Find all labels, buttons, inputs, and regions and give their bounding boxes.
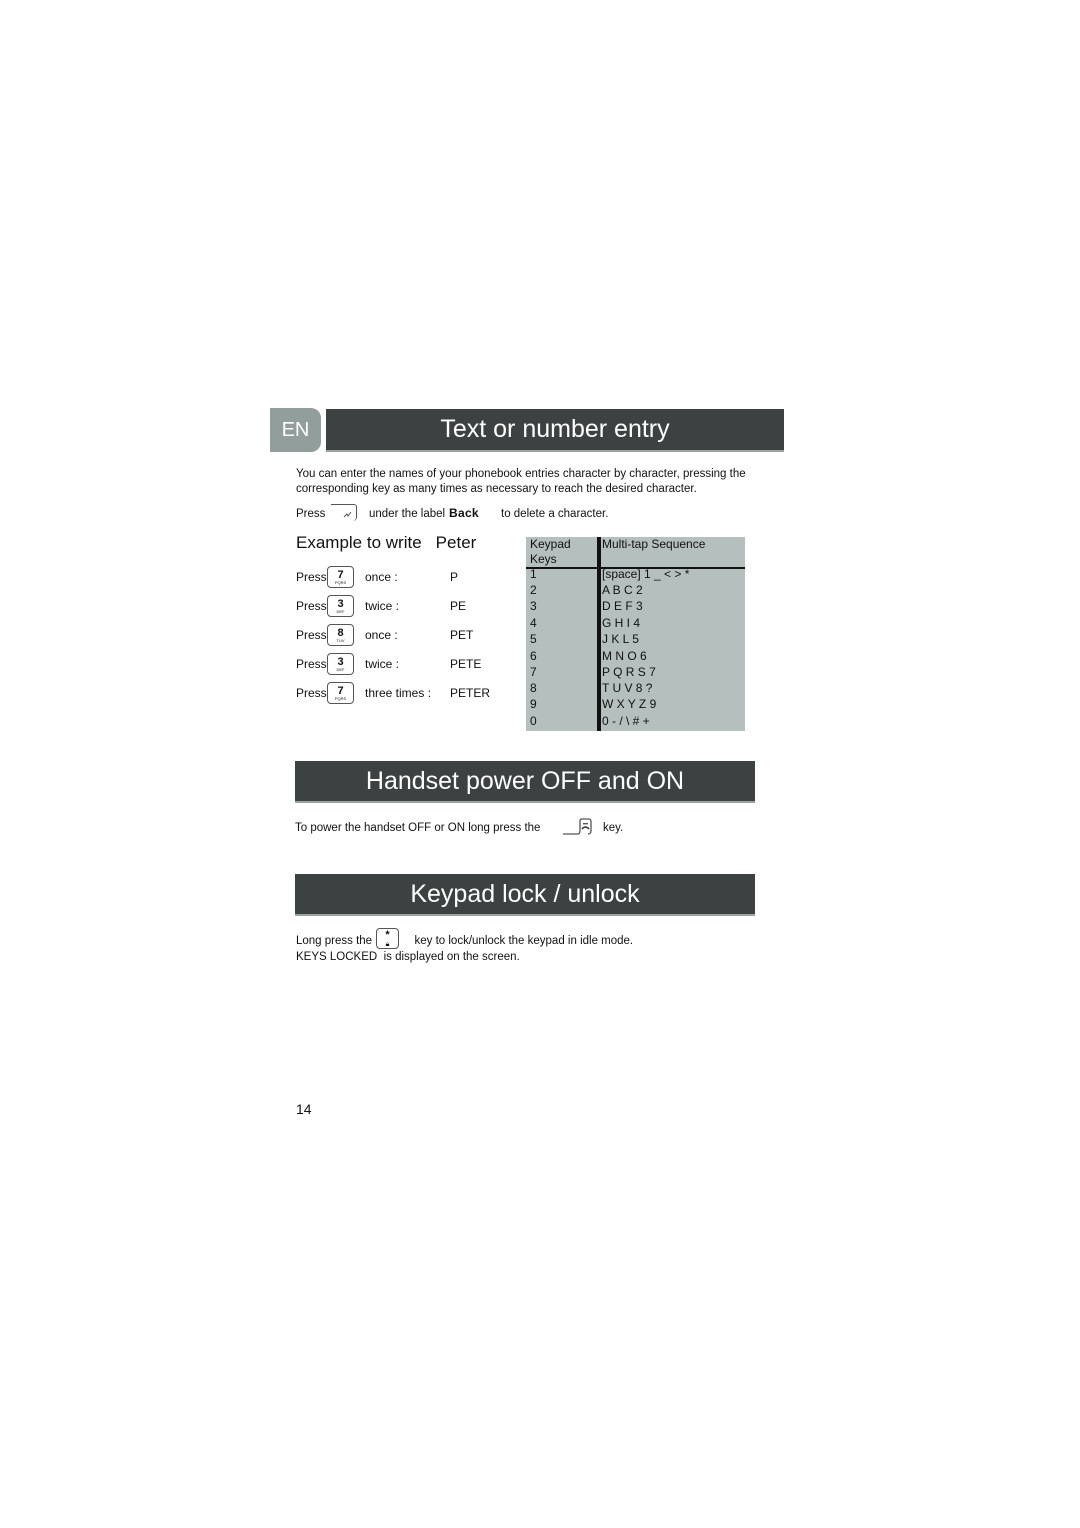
under-label-text: under the label	[369, 508, 446, 520]
press-text: Press	[296, 599, 327, 613]
table-row: 7P Q R S 7	[530, 665, 656, 679]
result-text: PET	[450, 628, 474, 642]
example-row: Press 8 TUV once : PET	[296, 624, 473, 646]
result-text: PETER	[450, 686, 491, 700]
intro-paragraph: You can enter the names of your phoneboo…	[296, 467, 746, 497]
star-key-icon: * 🔒︎	[376, 928, 399, 949]
table-row: 00 - / \ # +	[530, 714, 650, 728]
section-title: Handset power OFF and ON	[365, 766, 685, 795]
section-header-text-entry: Text or number entry	[326, 409, 784, 452]
press-text: Press	[296, 628, 327, 642]
section-header-keypad-lock: Keypad lock / unlock	[295, 874, 755, 916]
lock-prefix-text: Long press the	[296, 935, 373, 947]
table-row: 2A B C 2	[530, 583, 643, 597]
press-count: once :	[365, 628, 398, 642]
right-softkey-icon	[331, 504, 357, 521]
delete-instruction: Press under the label Back to delete a c…	[296, 504, 716, 524]
key-3-icon: 3 DEF	[327, 653, 354, 675]
table-row: 9W X Y Z 9	[530, 697, 657, 711]
example-row: Press 7 PQRS three times : PETER	[296, 682, 490, 704]
key-8-icon: 8 TUV	[327, 624, 354, 646]
table-header-keys: Keypad Keys	[530, 537, 571, 566]
end-call-key-icon	[563, 818, 592, 835]
press-count: three times :	[365, 686, 432, 700]
section-title: Keypad lock / unlock	[410, 879, 640, 908]
intro-line-1: You can enter the names of your phoneboo…	[296, 468, 746, 480]
example-title: Example to write Peter	[296, 533, 476, 553]
press-count: once :	[365, 570, 398, 584]
lock-instruction-line: Long press the key to lock/unlock the ke…	[296, 935, 633, 947]
key-word: key.	[603, 822, 624, 834]
delete-suffix-text: to delete a character.	[501, 508, 609, 520]
table-header-sequence: Multi-tap Sequence	[602, 537, 706, 551]
language-tab: EN	[270, 408, 321, 452]
press-text: Press	[296, 686, 327, 700]
table-row: 1 [space] 1 _ < > *	[530, 567, 690, 581]
key-7-icon: 7 PQRS	[327, 566, 354, 588]
intro-line-2: corresponding key as many times as neces…	[296, 483, 697, 495]
keys-locked-label: KEYS LOCKED	[296, 951, 378, 963]
lock-suffix-text: key to lock/unlock the keypad in idle mo…	[414, 935, 634, 947]
lock-status-line: KEYS LOCKED is displayed on the screen.	[296, 951, 520, 963]
example-row: Press 7 PQRS once : P	[296, 566, 458, 588]
power-instruction: To power the handset OFF or ON long pres…	[295, 822, 541, 834]
press-count: twice :	[365, 657, 400, 671]
key-3-icon: 3 DEF	[327, 595, 354, 617]
result-text: PETE	[450, 657, 482, 671]
press-text: Press	[296, 657, 327, 671]
section-title: Text or number entry	[440, 415, 670, 443]
keypad-multitap-table: Keypad Keys Multi-tap Sequence 1 [space] …	[526, 537, 745, 731]
table-row: 4G H I 4	[530, 616, 641, 630]
press-count: twice :	[365, 599, 400, 613]
back-label: Back	[449, 506, 479, 520]
result-text: PE	[450, 599, 467, 613]
example-row: Press 3 DEF twice : PE	[296, 595, 466, 617]
table-row: 5J K L 5	[530, 632, 639, 646]
result-text: P	[450, 570, 459, 584]
lock-status-text: is displayed on the screen.	[383, 951, 520, 963]
example-label: Example to write	[296, 533, 422, 552]
press-text: Press	[296, 570, 327, 584]
table-row: 8T U V 8 ?	[530, 681, 653, 695]
table-row: 3D E F 3	[530, 599, 643, 613]
key-7-icon: 7 PQRS	[327, 682, 354, 704]
table-row: 6M N O 6	[530, 649, 647, 663]
press-text: Press	[296, 508, 326, 520]
example-word: Peter	[435, 533, 477, 552]
page-number: 14	[296, 1101, 312, 1117]
section-header-power: Handset power OFF and ON	[295, 761, 755, 803]
example-row: Press 3 DEF twice : PETE	[296, 653, 481, 675]
